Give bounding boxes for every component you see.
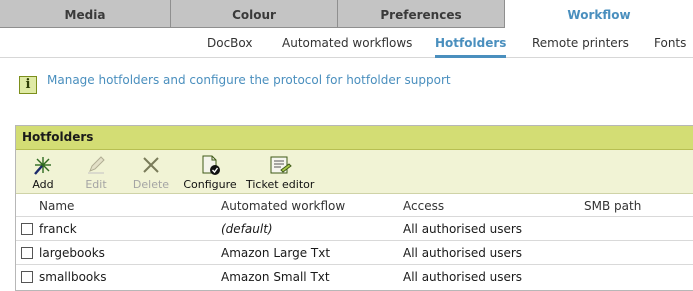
edit-label: Edit: [85, 178, 107, 191]
table-header: Name Automated workflow Access SMB path: [16, 194, 693, 217]
hotfolder-access: All authorised users: [403, 222, 523, 236]
hotfolder-name: largebooks: [39, 246, 105, 260]
hotfolders-panel: Hotfolders Add Edit Delete Configure Tic…: [15, 125, 693, 291]
column-access[interactable]: Access: [403, 199, 444, 213]
hotfolder-workflow: (default): [221, 222, 273, 236]
sub-navigation: DocBox Automated workflows Hotfolders Re…: [0, 29, 693, 58]
row-checkbox[interactable]: [21, 271, 33, 283]
hotfolder-access: All authorised users: [403, 246, 523, 260]
edit-icon: [82, 154, 110, 176]
table-row[interactable]: smallbooks Amazon Small Txt All authoris…: [16, 265, 693, 288]
tab-workflow[interactable]: Workflow: [505, 0, 693, 28]
row-checkbox[interactable]: [21, 223, 33, 235]
column-automated-workflow[interactable]: Automated workflow: [221, 199, 345, 213]
configure-button[interactable]: Configure: [182, 154, 238, 191]
add-icon: [29, 154, 57, 176]
add-label: Add: [32, 178, 54, 191]
toolbar: Add Edit Delete Configure Ticket editor: [16, 150, 693, 194]
ticket-editor-button[interactable]: Ticket editor: [246, 154, 314, 191]
ticket-editor-label: Ticket editor: [246, 178, 315, 191]
hotfolder-name: smallbooks: [39, 270, 107, 284]
add-button[interactable]: Add: [29, 154, 57, 191]
panel-title: Hotfolders: [16, 126, 693, 150]
table-row[interactable]: franck (default) All authorised users: [16, 217, 693, 241]
main-tabs: Media Colour Preferences Workflow: [0, 0, 693, 29]
delete-label: Delete: [132, 178, 170, 191]
tab-preferences[interactable]: Preferences: [338, 0, 505, 28]
configure-label: Configure: [183, 178, 237, 191]
info-text: Manage hotfolders and configure the prot…: [47, 72, 451, 87]
tab-colour[interactable]: Colour: [171, 0, 338, 28]
subnav-automated-workflows[interactable]: Automated workflows: [282, 36, 412, 50]
column-name[interactable]: Name: [39, 199, 74, 213]
hotfolder-workflow: Amazon Small Txt: [221, 270, 330, 284]
edit-button[interactable]: Edit: [82, 154, 110, 191]
info-message: i Manage hotfolders and configure the pr…: [19, 72, 451, 94]
subnav-remote-printers[interactable]: Remote printers: [532, 36, 629, 50]
hotfolder-name: franck: [39, 222, 77, 236]
ticket-editor-icon: [246, 154, 314, 176]
hotfolder-access: All authorised users: [403, 270, 523, 284]
row-checkbox[interactable]: [21, 247, 33, 259]
configure-icon: [182, 154, 238, 176]
info-icon: i: [19, 76, 37, 94]
subnav-fonts[interactable]: Fonts: [654, 36, 686, 50]
delete-icon: [130, 154, 172, 176]
hotfolder-workflow: Amazon Large Txt: [221, 246, 331, 260]
column-smb-path[interactable]: SMB path: [584, 199, 641, 213]
table-row[interactable]: largebooks Amazon Large Txt All authoris…: [16, 241, 693, 265]
subnav-docbox[interactable]: DocBox: [207, 36, 253, 50]
subnav-hotfolders[interactable]: Hotfolders: [435, 36, 507, 58]
tab-media[interactable]: Media: [0, 0, 171, 28]
delete-button[interactable]: Delete: [130, 154, 172, 191]
